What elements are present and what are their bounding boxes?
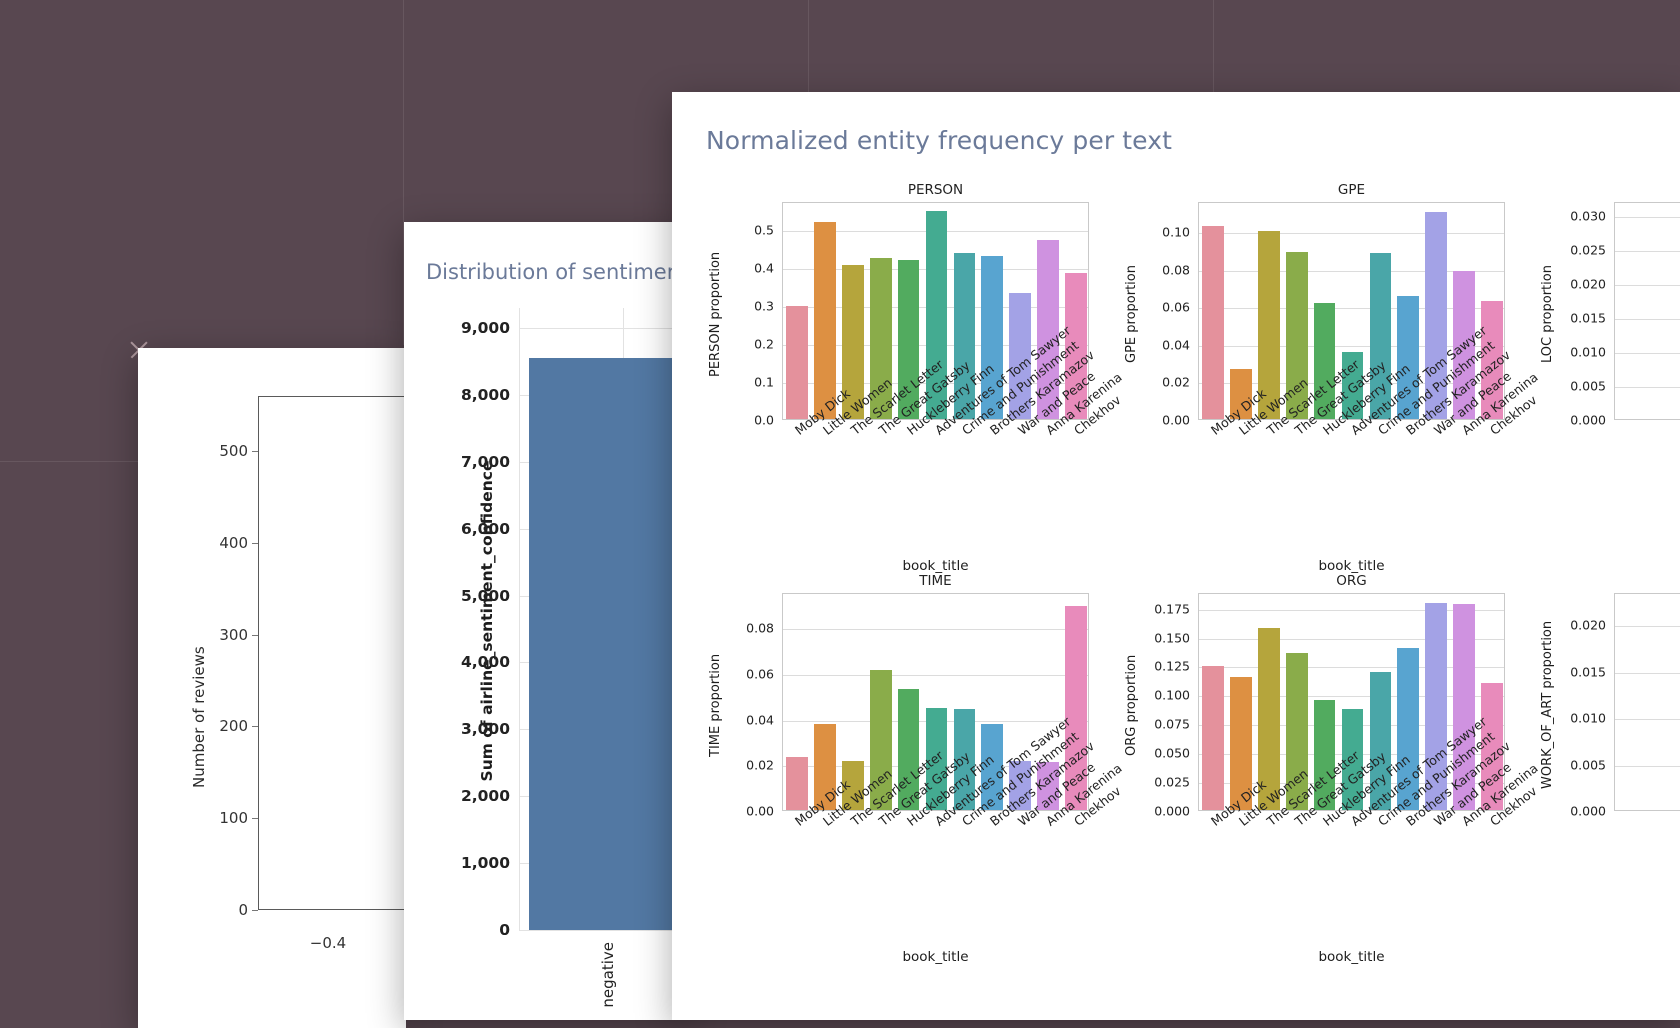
- entity-dashboard-window[interactable]: Normalized entity frequency per text PER…: [672, 92, 1680, 1020]
- sentiment-y-tick: 1,000: [460, 854, 510, 873]
- subplot-y-axis-label: WORK_OF_ART proportion: [1540, 620, 1555, 790]
- subplot-org: ORG 0.000 0.025 0.050 0.075 0.100 0.125 0.150 0.…: [1122, 573, 1541, 965]
- subplot-loc: LOC0.0000.0050.0100.0150.0200.0250.030LO…: [1538, 182, 1680, 428]
- reviews-y-tick: 300: [219, 625, 248, 644]
- subplot-person: PERSON 0.0 0.1 0.2 0.3 0.4 0.5 PERSON proportio…: [706, 182, 1125, 574]
- sentiment-y-tick: 5,000: [460, 586, 510, 605]
- subplot-x-axis-title: book_title: [902, 558, 969, 574]
- subplot-title: LOC: [1614, 182, 1680, 198]
- sentiment-y-tick: 8,000: [460, 385, 510, 404]
- reviews-y-tick: 100: [219, 809, 248, 828]
- desktop-grid-line: [1213, 0, 1214, 92]
- subplot-title: TIME: [919, 573, 952, 589]
- sentiment-y-tick: 9,000: [460, 319, 510, 338]
- sentiment-y-tick: 0: [499, 921, 510, 939]
- dashboard-title: Normalized entity frequency per text: [706, 126, 1172, 155]
- subplot-x-axis-title: book_title: [1318, 949, 1385, 965]
- sentiment-y-tick: 2,000: [460, 787, 510, 806]
- reviews-y-tick-mark: [252, 818, 258, 820]
- subplot-x-axis-title: book_title: [902, 949, 969, 965]
- subplot-gridline: [1615, 318, 1680, 320]
- subplot-bar[interactable]: [813, 222, 836, 419]
- reviews-y-tick: 0: [238, 901, 248, 919]
- sentiment-chart-title: Distribution of sentiments: [426, 260, 700, 284]
- subplot-y-axis-label: LOC proportion: [1540, 265, 1555, 363]
- subplot-gridline: [1615, 250, 1680, 252]
- subplot-bar[interactable]: [1202, 226, 1224, 419]
- subplot-y-axis-label: ORG proportion: [1124, 654, 1139, 756]
- reviews-y-tick: 400: [219, 533, 248, 552]
- subplot-bar[interactable]: [786, 756, 808, 810]
- subplot-gridline: [1615, 626, 1680, 628]
- subplot-gridline: [783, 629, 1088, 631]
- subplot-plot-area: [1614, 202, 1680, 420]
- subplot-y-axis-label: PERSON proportion: [708, 251, 723, 377]
- subplot-gridline: [1615, 216, 1680, 218]
- sentiment-chart-window[interactable]: Distribution of sentiments Sum of airlin…: [404, 222, 750, 1020]
- desktop-grid-line: [808, 0, 809, 92]
- subplot-time: TIME 0.00 0.02 0.04 0.06 0.08 TIME proportion M…: [706, 573, 1125, 965]
- reviews-y-tick-mark: [252, 726, 258, 728]
- subplot-plot-area: [1614, 593, 1680, 811]
- subplot-gridline: [783, 675, 1088, 677]
- subplot-bar[interactable]: [1202, 665, 1224, 810]
- sentiment-y-tick: 4,000: [460, 653, 510, 672]
- sentiment-y-tick: 3,000: [460, 720, 510, 739]
- subplot-gridline: [1615, 765, 1680, 767]
- subplot-y-axis-label: TIME proportion: [708, 653, 723, 757]
- subplot-gridline: [1615, 284, 1680, 286]
- sentiment-y-tick: 7,000: [460, 452, 510, 471]
- subplot-title: WORK_OF_ART: [1614, 573, 1680, 589]
- subplot-gridline: [1615, 719, 1680, 721]
- reviews-y-tick-mark: [252, 634, 258, 636]
- desktop-grid-line: [0, 461, 138, 462]
- subplot-x-axis-title: book_title: [1318, 558, 1385, 574]
- reviews-y-tick-mark: [252, 910, 258, 911]
- sentiment-x-tick: negative: [599, 942, 617, 1008]
- sentiment-vline: [519, 308, 520, 930]
- subplot-gridline: [1615, 672, 1680, 674]
- reviews-plot-area: [258, 396, 416, 910]
- subplot-title: PERSON: [907, 182, 964, 198]
- reviews-y-tick-mark: [252, 542, 258, 544]
- subplot-gridline: [1199, 233, 1504, 235]
- reviews-chart-window[interactable]: Number of reviews 0100200300400500 −0.4−: [138, 348, 442, 1028]
- subplot-bar[interactable]: [786, 306, 808, 419]
- reviews-y-tick-mark: [252, 451, 258, 453]
- subplot-gridline: [1615, 386, 1680, 388]
- reviews-x-tick: −0.4: [309, 934, 347, 952]
- subplot-y-axis-label: GPE proportion: [1124, 265, 1139, 363]
- reviews-y-tick: 200: [219, 717, 248, 736]
- subplot-title: GPE: [1337, 182, 1366, 198]
- subplot-gridline: [1615, 352, 1680, 354]
- reviews-y-axis-label: Number of reviews: [190, 646, 208, 788]
- subplot-title: ORG: [1336, 573, 1367, 589]
- sentiment-y-tick: 6,000: [460, 519, 510, 538]
- subplot-work_of_art: WORK_OF_ART0.0000.0050.0100.0150.020WORK…: [1538, 573, 1680, 819]
- subplot-gpe: GPE 0.00 0.02 0.04 0.06 0.08 0.10 GPE proportio…: [1122, 182, 1541, 574]
- reviews-y-tick: 500: [219, 442, 248, 461]
